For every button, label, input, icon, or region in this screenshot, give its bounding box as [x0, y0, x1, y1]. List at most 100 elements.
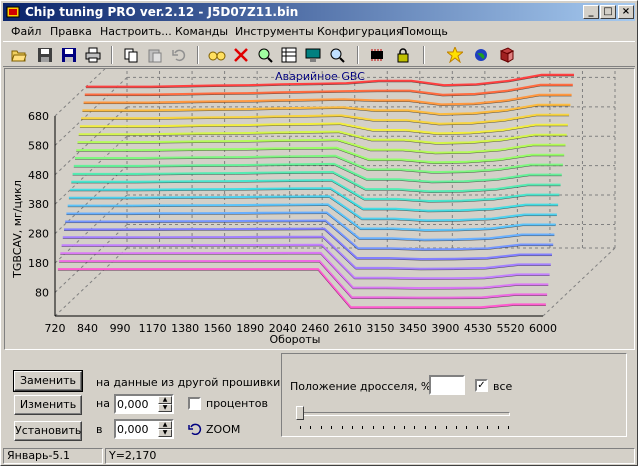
menu-configuration[interactable]: Конфигурация [317, 25, 403, 38]
close-button[interactable]: × [618, 5, 634, 19]
maximize-button[interactable]: □ [600, 5, 616, 19]
x-tick-label: 4530 [464, 322, 492, 335]
minimize-button[interactable]: _ [583, 5, 599, 19]
slider-tick [435, 426, 437, 429]
series-line [66, 211, 555, 241]
grid-line [54, 165, 128, 235]
change-button[interactable]: Изменить [14, 395, 82, 415]
status-right: Y=2,170 [105, 448, 635, 464]
paste-icon[interactable] [145, 45, 165, 65]
x-tick-label: 1890 [236, 322, 264, 335]
in-label: в [96, 423, 103, 436]
print-icon[interactable] [83, 45, 103, 65]
menu-tools[interactable]: Инструменты [235, 25, 314, 38]
lock-icon[interactable] [393, 45, 413, 65]
chart-panel: Аварийное GBC 720 840 990 1170 1380 1560 1890 2… [4, 68, 635, 350]
slider-tick [341, 426, 343, 429]
x-tick-label: 1560 [204, 322, 232, 335]
throttle-label: Положение дросселя, % [290, 380, 432, 393]
slider-tick [331, 426, 333, 429]
slider-tick [508, 426, 509, 429]
chart-title: Аварийное GBC [275, 70, 365, 83]
x-tick-label: 5520 [496, 322, 524, 335]
menu-configure[interactable]: Настроить... [100, 25, 172, 38]
in-value-stepper[interactable]: ▲▼ [114, 419, 174, 439]
x-tick-label: 1170 [139, 322, 167, 335]
x-axis-label: Обороты [270, 333, 321, 346]
up-arrow-icon[interactable]: ▲ [158, 396, 172, 404]
slider-tick [424, 426, 426, 429]
up-arrow-icon[interactable]: ▲ [158, 421, 172, 429]
grid-line [542, 247, 616, 317]
slider-tick [372, 426, 374, 429]
y-tick-labels: 80 180 280 380 480 580 680 [28, 110, 49, 299]
series-edge [61, 245, 550, 280]
burst-icon[interactable] [445, 45, 465, 65]
slider-tick [383, 426, 385, 429]
menu-help[interactable]: Помощь [401, 25, 448, 38]
slider-tick [487, 426, 489, 429]
percent-checkbox[interactable] [188, 397, 201, 410]
menu-file[interactable]: Файл [11, 25, 41, 38]
slider-tick [414, 426, 416, 429]
in-value-arrows[interactable]: ▲ ▼ [158, 421, 172, 437]
by-value-stepper[interactable]: ▲▼ [114, 394, 174, 414]
toolbar-separator [111, 46, 113, 64]
x-tick-label: 720 [45, 322, 66, 335]
grid-line [54, 135, 128, 205]
down-arrow-icon[interactable]: ▼ [158, 429, 172, 437]
save-icon[interactable] [35, 45, 55, 65]
book-icon[interactable] [497, 45, 517, 65]
y-tick-label: 580 [28, 139, 49, 152]
copy-icon[interactable] [121, 45, 141, 65]
by-value-input[interactable] [117, 397, 159, 411]
throttle-group: Положение дросселя, % ✓ все [281, 353, 627, 437]
zoom-ok-icon[interactable] [255, 45, 275, 65]
y-tick-label: 380 [28, 198, 49, 211]
grid-line [54, 69, 106, 117]
all-checkbox[interactable]: ✓ [475, 379, 488, 392]
series-edge [57, 270, 546, 309]
set-button[interactable]: Установить [14, 421, 82, 441]
delete-x-icon[interactable] [231, 45, 251, 65]
table-icon[interactable] [279, 45, 299, 65]
undo-icon[interactable] [169, 45, 189, 65]
throttle-slider-track[interactable] [296, 412, 510, 416]
replace-button[interactable]: Заменить [13, 370, 83, 392]
status-bar: Январь-5.1 Y=2,170 [3, 447, 635, 465]
y-tick-label: 180 [28, 257, 49, 270]
slider-tick [362, 426, 364, 429]
menu-commands[interactable]: Команды [175, 25, 228, 38]
status-left: Январь-5.1 [3, 448, 103, 464]
app-window: Chip tuning PRO ver.2.12 - J5D07Z11.bin … [0, 0, 638, 466]
save-as-icon[interactable] [59, 45, 79, 65]
open-folder-icon[interactable] [9, 45, 29, 65]
menu-bar: Файл Правка Настроить... Команды Инструм… [3, 22, 635, 41]
title-bar[interactable]: Chip tuning PRO ver.2.12 - J5D07Z11.bin … [3, 3, 635, 21]
monitor-icon[interactable] [303, 45, 323, 65]
series-line [83, 93, 572, 106]
glasses-icon[interactable] [207, 45, 227, 65]
by-value-arrows[interactable]: ▲ ▼ [158, 396, 172, 412]
x-tick-label: 840 [77, 322, 98, 335]
zoom-in-icon[interactable] [327, 45, 347, 65]
down-arrow-icon[interactable]: ▼ [158, 404, 172, 412]
toolbar-separator [423, 46, 425, 64]
in-value-input[interactable] [117, 422, 159, 436]
bottom-controls: Заменить Изменить Установить на данные и… [4, 353, 635, 445]
throttle-slider-thumb[interactable] [296, 406, 304, 420]
x-tick-label: 1380 [171, 322, 199, 335]
menu-edit[interactable]: Правка [50, 25, 92, 38]
toolbar-separator [197, 46, 199, 64]
globe-icon[interactable] [471, 45, 491, 65]
slider-tick [352, 426, 353, 429]
x-tick-label: 3900 [431, 322, 459, 335]
chip-icon[interactable] [367, 45, 387, 65]
x-tick-label: 3150 [366, 322, 394, 335]
slider-tick [497, 426, 499, 429]
throttle-value-input[interactable] [429, 375, 465, 395]
zoom-undo-icon[interactable] [188, 423, 202, 435]
chart-series-group [57, 73, 574, 309]
zoom-label[interactable]: ZOOM [206, 423, 240, 436]
y-tick-label: 480 [28, 169, 49, 182]
